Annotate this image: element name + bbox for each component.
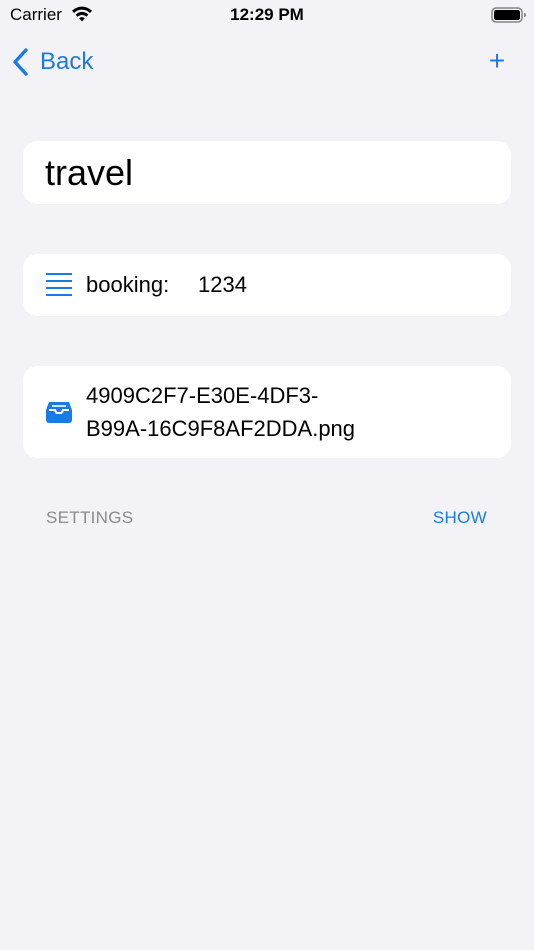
back-button[interactable]: Back — [10, 44, 93, 80]
battery-icon — [491, 7, 526, 23]
back-label: Back — [40, 48, 94, 75]
settings-header: SETTINGS SHOW — [46, 506, 487, 530]
status-bar: Carrier 12:29 PM — [0, 0, 534, 30]
note-card[interactable]: booking: 1234 — [23, 254, 511, 316]
clock: 12:29 PM — [230, 5, 304, 24]
title-card — [23, 141, 511, 204]
tray-icon — [46, 402, 72, 423]
chevron-left-icon — [13, 48, 28, 76]
add-button[interactable]: + — [482, 46, 512, 76]
navigation-bar: Back + — [0, 40, 534, 84]
attachment-card[interactable]: 4909C2F7-E30E-4DF3- B99A-16C9F8AF2DDA.pn… — [23, 366, 511, 458]
title-field[interactable] — [45, 151, 485, 195]
attachment-file-name: 4909C2F7-E30E-4DF3- B99A-16C9F8AF2DDA.pn… — [86, 383, 356, 441]
list-icon — [46, 273, 72, 296]
show-settings-button[interactable]: SHOW — [433, 506, 487, 530]
note-label: booking: — [86, 272, 170, 297]
settings-label: SETTINGS — [46, 508, 134, 527]
note-value: 1234 — [198, 272, 247, 297]
